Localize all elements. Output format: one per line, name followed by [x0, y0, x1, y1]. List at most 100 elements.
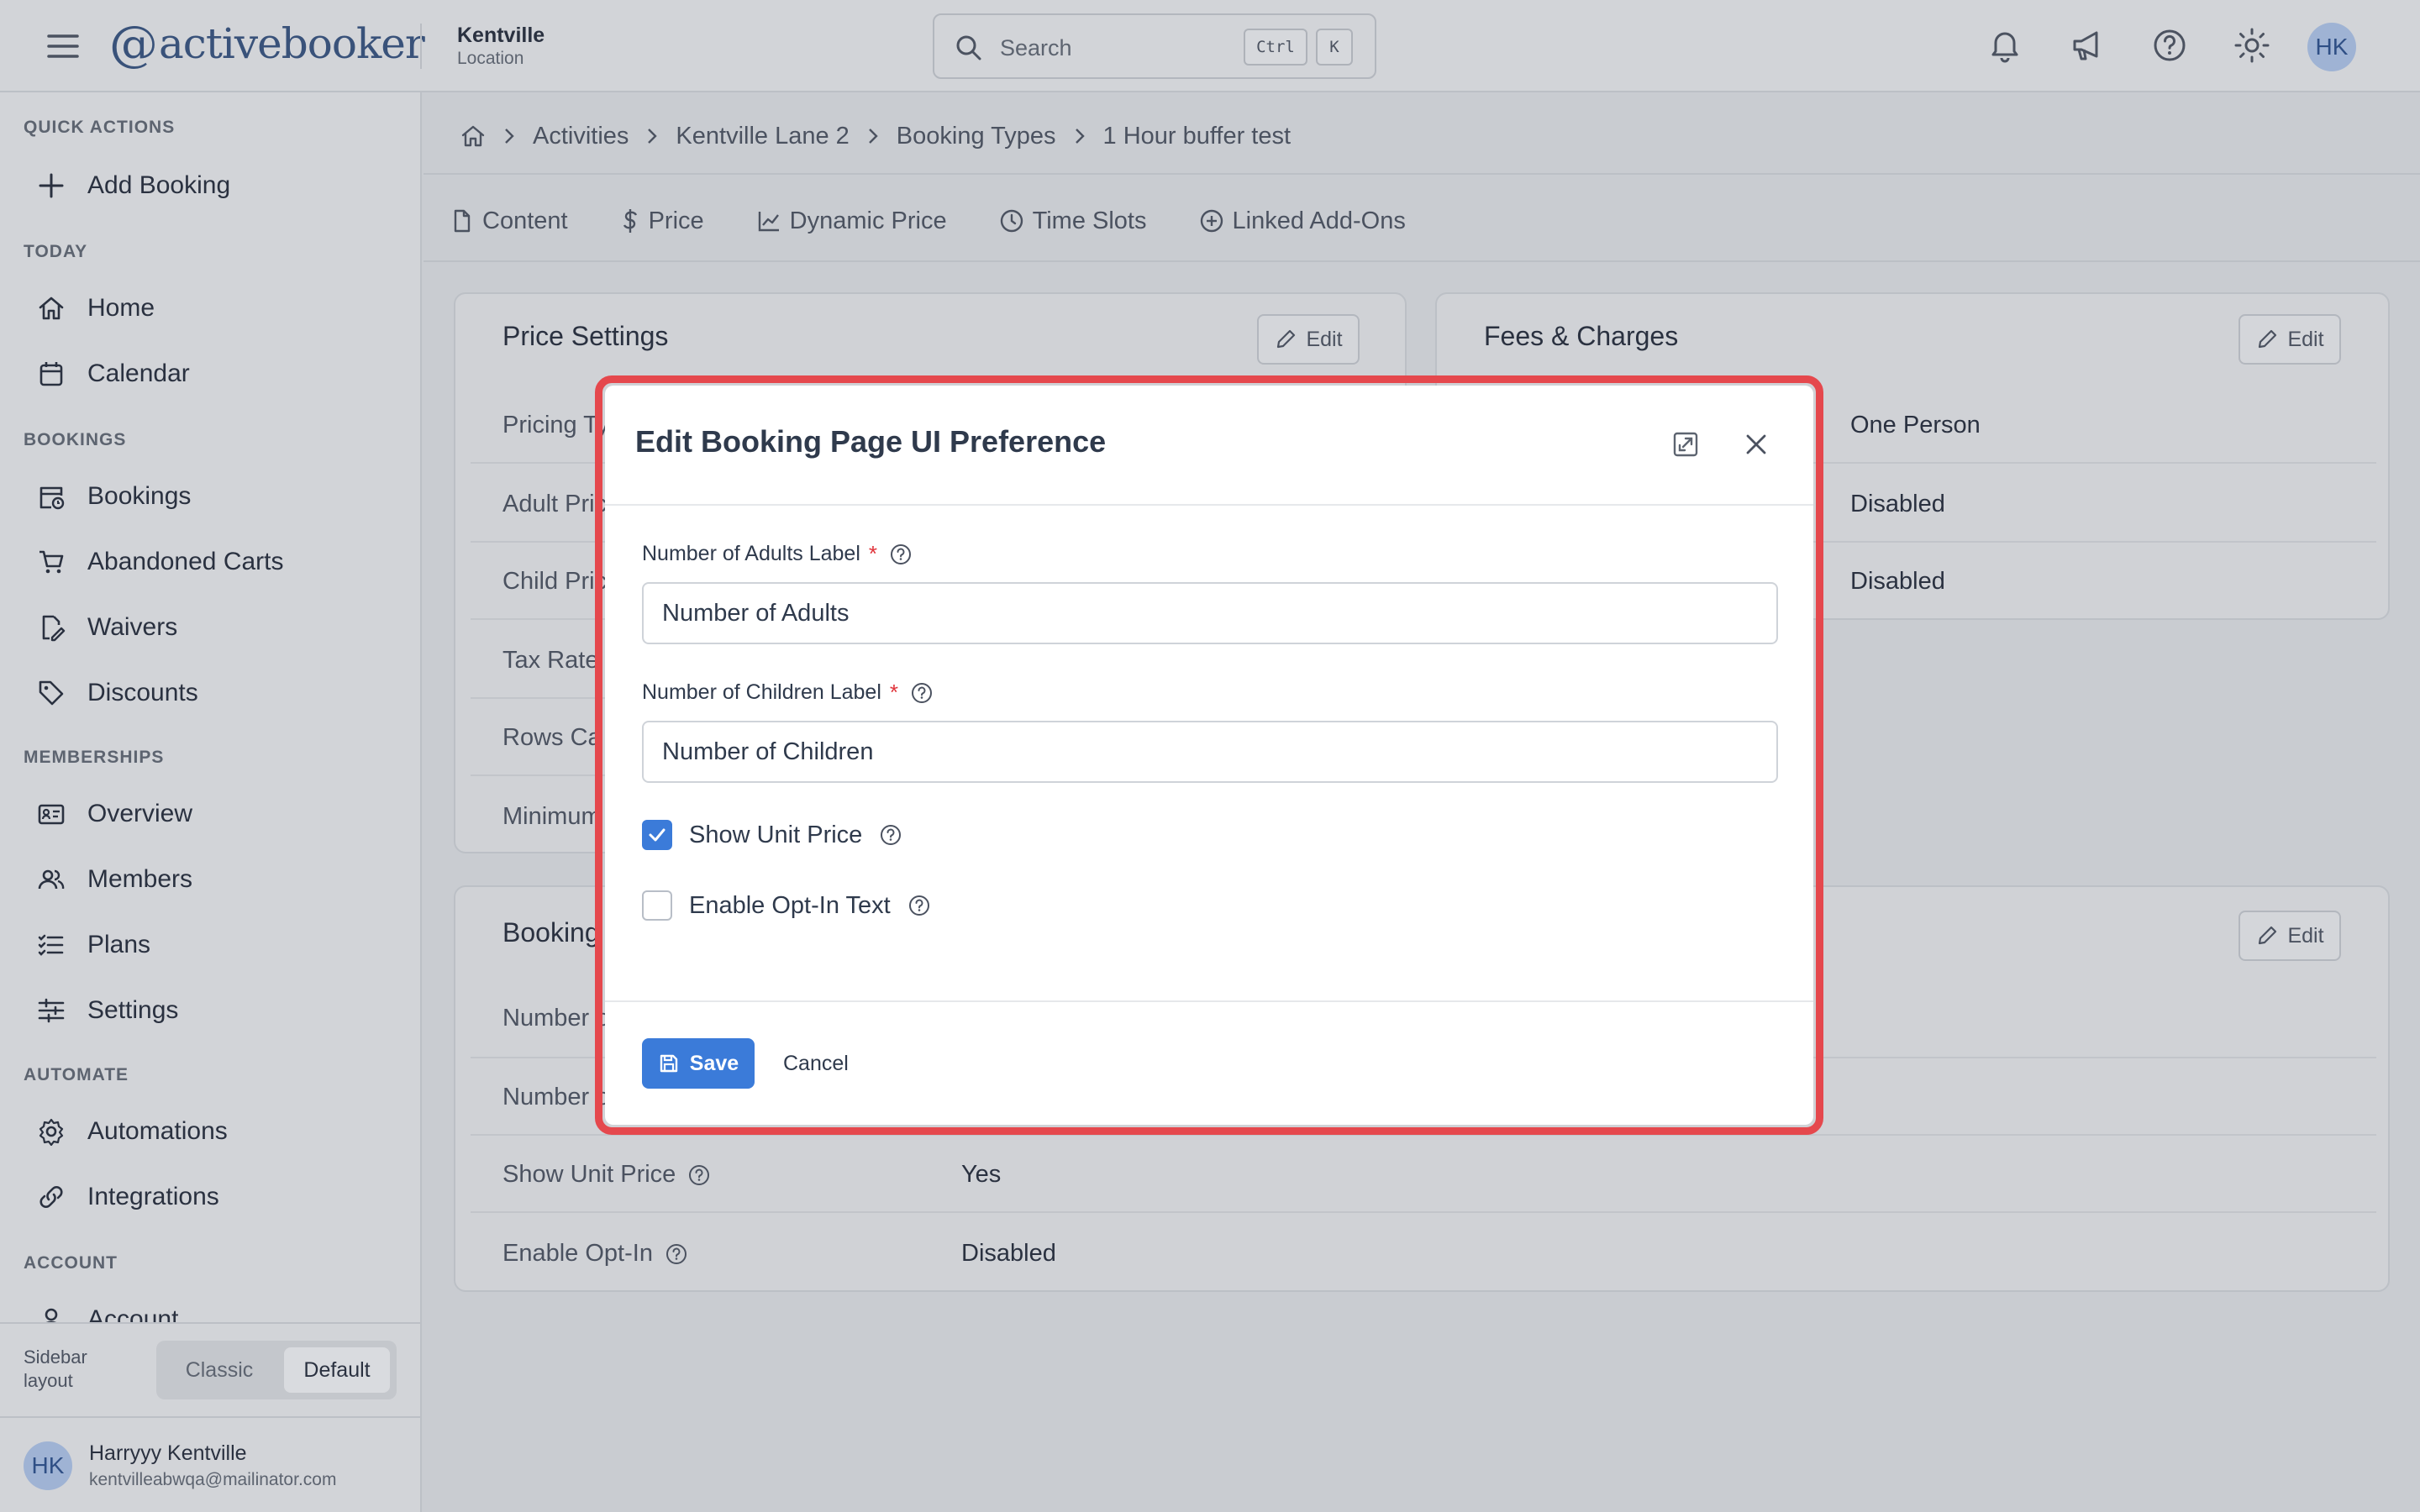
plus-circle-icon [1199, 208, 1224, 234]
tab-bar: Content Price Dynamic Price Time Slots L… [450, 203, 1458, 239]
help-icon[interactable] [2149, 25, 2190, 66]
sidebar-item-label: Calendar [87, 360, 190, 387]
layout-option-classic[interactable]: Classic [163, 1347, 276, 1393]
section-account: ACCOUNT [24, 1253, 118, 1273]
link-icon [24, 1180, 67, 1214]
sidebar-item-calendar[interactable]: Calendar [24, 348, 402, 400]
help-icon[interactable] [889, 543, 913, 566]
help-icon[interactable] [879, 823, 902, 847]
breadcrumb-activities[interactable]: Activities [533, 123, 629, 150]
layout-option-default[interactable]: Default [284, 1347, 390, 1393]
menu-icon[interactable] [44, 27, 82, 66]
row-label: Tax Rate [502, 647, 599, 674]
show-unit-price-checkbox[interactable] [642, 820, 672, 850]
help-icon[interactable] [908, 894, 931, 917]
section-automate: AUTOMATE [24, 1065, 129, 1084]
user-avatar[interactable]: HK [24, 1441, 72, 1490]
row-label: Adult Pric [502, 491, 608, 517]
location-name[interactable]: Kentville [457, 24, 544, 48]
pencil-icon [1277, 329, 1296, 349]
tab-time-slots[interactable]: Time Slots [999, 207, 1147, 235]
sidebar-item-integrations[interactable]: Integrations [24, 1171, 402, 1223]
row-label: Number o [502, 1005, 610, 1032]
adults-label-field[interactable]: Number of Adults [642, 582, 1778, 644]
file-icon [450, 208, 474, 234]
calendar-icon [24, 357, 67, 391]
enable-opt-in-label[interactable]: Enable Opt-In Text [689, 892, 891, 920]
sidebar-item-home[interactable]: Home [24, 282, 402, 334]
section-bookings: BOOKINGS [24, 430, 127, 449]
divider [0, 1416, 422, 1418]
breadcrumb: Activities Kentville Lane 2 Booking Type… [460, 119, 1291, 153]
shortcut-k: K [1316, 29, 1353, 66]
chart-line-icon [756, 208, 781, 234]
required-mark: * [889, 680, 899, 705]
tab-price[interactable]: Price [620, 207, 704, 235]
sidebar-item-waivers[interactable]: Waivers [24, 601, 402, 654]
sidebar-item-account[interactable]: Account [24, 1294, 402, 1322]
save-button[interactable]: Save [642, 1038, 755, 1089]
edit-button[interactable]: Edit [2238, 911, 2341, 961]
row-value: Yes [961, 1161, 1002, 1188]
sidebar-item-label: Overview [87, 800, 193, 827]
row-value: Disabled [961, 1240, 1056, 1267]
brand-logo[interactable]: @ activebooker [109, 10, 425, 77]
help-icon[interactable] [687, 1163, 711, 1187]
sidebar-layout-toggle: Classic Default [156, 1341, 397, 1399]
help-icon[interactable] [910, 681, 934, 705]
edit-preference-dialog: Edit Booking Page UI Preference Number o… [605, 386, 1813, 1125]
divider [424, 173, 2420, 175]
sidebar-item-label: Plans [87, 931, 151, 958]
tab-linked-add-ons[interactable]: Linked Add-Ons [1199, 207, 1406, 235]
sidebar-item-label: Automations [87, 1117, 228, 1145]
dollar-icon [620, 207, 640, 234]
megaphone-icon[interactable] [2067, 25, 2107, 66]
sun-icon[interactable] [2232, 25, 2272, 66]
show-unit-price-row: Show Unit Price [642, 820, 902, 850]
close-icon[interactable] [1741, 429, 1771, 459]
section-today: TODAY [24, 242, 88, 261]
section-quick-actions: QUICK ACTIONS [24, 118, 176, 137]
search-icon [955, 34, 983, 62]
enable-opt-in-checkbox[interactable] [642, 890, 672, 921]
sidebar-item-add-booking[interactable]: Add Booking [24, 160, 402, 212]
expand-icon[interactable] [1670, 429, 1701, 459]
sidebar-item-settings[interactable]: Settings [24, 984, 402, 1037]
sidebar-item-abandoned-carts[interactable]: Abandoned Carts [24, 536, 402, 588]
sidebar-item-plans[interactable]: Plans [24, 919, 402, 971]
breadcrumb-booking-types[interactable]: Booking Types [897, 123, 1056, 150]
id-card-icon [24, 797, 67, 831]
children-label-field[interactable]: Number of Children [642, 721, 1778, 783]
divider [420, 24, 422, 69]
users-icon [24, 863, 67, 896]
list-icon [24, 928, 67, 962]
show-unit-price-label[interactable]: Show Unit Price [689, 822, 862, 849]
cart-icon [24, 545, 67, 579]
tab-content[interactable]: Content [450, 207, 568, 235]
divider [605, 1000, 1813, 1002]
home-icon[interactable] [460, 123, 486, 149]
pencil-icon [2259, 329, 2277, 349]
sidebar-item-bookings[interactable]: Bookings [24, 470, 402, 522]
card-title: Price Settings [502, 321, 669, 351]
edit-button[interactable]: Edit [2238, 314, 2341, 365]
sidebar-item-overview[interactable]: Overview [24, 788, 402, 840]
sidebar-item-label: Home [87, 294, 155, 322]
divider [471, 1211, 2376, 1213]
bell-icon[interactable] [1985, 25, 2025, 66]
breadcrumb-lane[interactable]: Kentville Lane 2 [676, 123, 849, 150]
sidebar-item-label: Waivers [87, 613, 178, 641]
tab-dynamic-price[interactable]: Dynamic Price [756, 207, 947, 235]
sidebar-item-discounts[interactable]: Discounts [24, 667, 402, 719]
sidebar-item-members[interactable]: Members [24, 853, 402, 906]
cancel-button[interactable]: Cancel [783, 1038, 849, 1089]
edit-button[interactable]: Edit [1257, 314, 1360, 365]
search-input[interactable]: Search Ctrl K [933, 13, 1376, 79]
check-icon [649, 828, 666, 842]
sidebar-item-automations[interactable]: Automations [24, 1105, 402, 1158]
sidebar-scroll-clip: Account [0, 1289, 422, 1322]
help-icon[interactable] [665, 1242, 688, 1266]
sidebar-item-label: Abandoned Carts [87, 548, 284, 575]
sidebar-item-label: Account [87, 1305, 179, 1322]
avatar[interactable]: HK [2307, 23, 2356, 71]
